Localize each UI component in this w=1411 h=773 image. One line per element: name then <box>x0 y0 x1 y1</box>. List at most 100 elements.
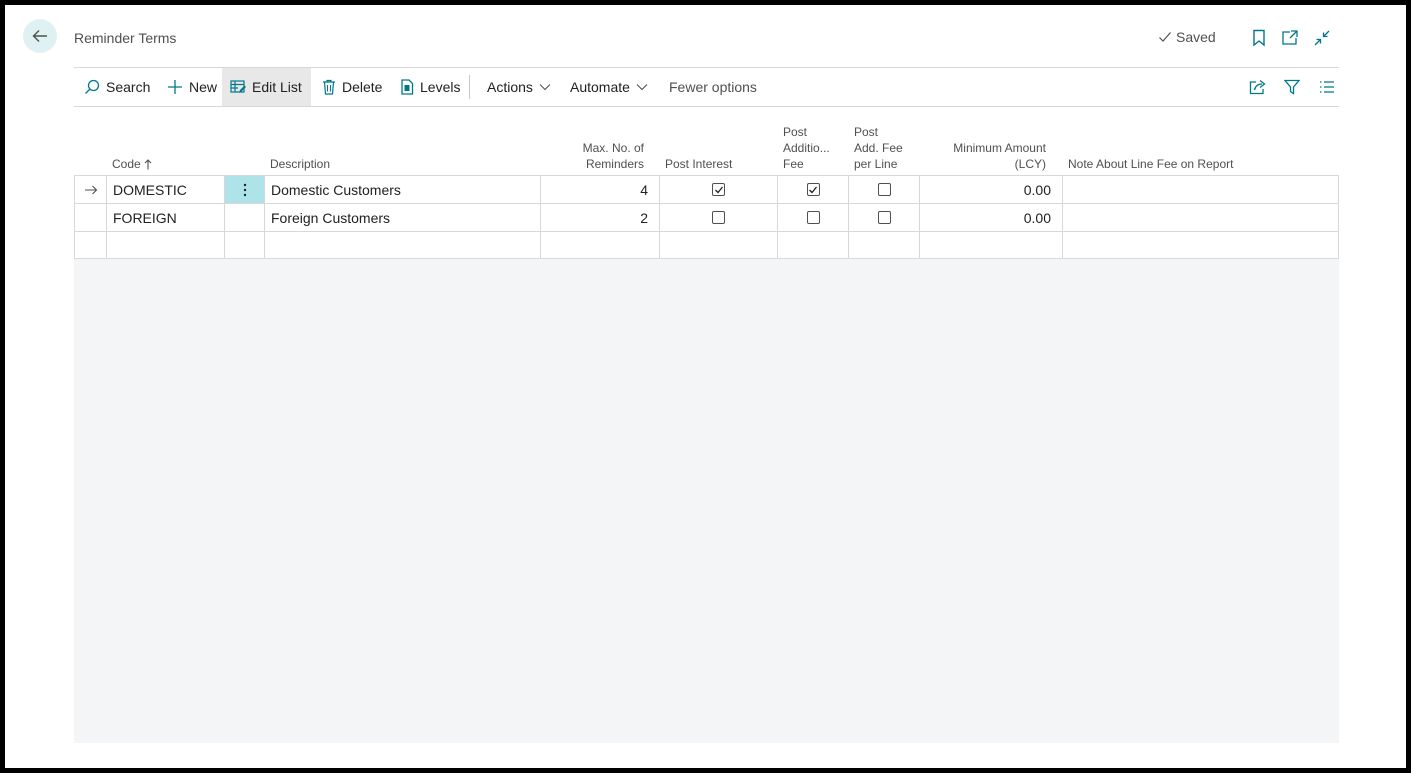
note-cell[interactable] <box>1062 204 1339 231</box>
arrow-right-icon <box>84 185 97 194</box>
post-additional-fee-line2: Additio... <box>783 141 830 155</box>
checkmark-icon <box>1159 32 1171 42</box>
automate-label: Automate <box>570 79 630 95</box>
description-cell[interactable]: Foreign Customers <box>264 204 540 231</box>
description-cell[interactable]: Domestic Customers <box>264 176 540 203</box>
more-vertical-icon <box>243 183 246 196</box>
column-header-post-interest[interactable]: Post Interest <box>665 156 732 172</box>
max-reminders-cell[interactable]: 2 <box>540 204 659 231</box>
toolbar-separator <box>469 75 470 99</box>
code-header-label: Code <box>112 157 141 171</box>
back-button[interactable] <box>23 19 57 53</box>
edit-list-label: Edit List <box>252 79 302 95</box>
grid-header: Code Description Max. No. of Reminders P… <box>74 107 1339 175</box>
minimum-amount-cell[interactable]: 0.00 <box>919 176 1062 203</box>
collapse-icon <box>1314 30 1330 46</box>
delete-button[interactable]: Delete <box>318 68 386 106</box>
row-actions-cell[interactable] <box>224 232 264 259</box>
note-cell[interactable] <box>1062 232 1339 259</box>
search-icon <box>85 79 100 94</box>
code-cell[interactable]: FOREIGN <box>106 204 224 231</box>
post-add-fee-per-line-cell <box>848 176 919 203</box>
column-header-max-reminders[interactable]: Max. No. of Reminders <box>560 140 644 172</box>
column-header-post-additional-fee[interactable]: Post Additio... Fee <box>783 124 830 172</box>
delete-label: Delete <box>342 79 383 95</box>
description-cell[interactable] <box>264 232 540 259</box>
code-cell[interactable] <box>106 232 224 259</box>
list-view-button[interactable] <box>1317 77 1337 97</box>
column-header-description[interactable]: Description <box>270 156 330 172</box>
post-interest-cell[interactable] <box>659 232 777 259</box>
app-window: Reminder Terms Saved Search New Edit Lis… <box>5 5 1406 768</box>
post-additional-fee-line1: Post <box>783 125 808 139</box>
code-cell[interactable]: DOMESTIC <box>106 176 224 203</box>
post-additional-fee-checkbox[interactable] <box>806 211 820 224</box>
row-actions-cell[interactable] <box>224 204 264 231</box>
post-additional-fee-line3: Fee <box>783 157 804 171</box>
action-bar: Search New Edit List Delete Levels Actio… <box>74 67 1339 107</box>
new-label: New <box>189 79 218 95</box>
post-additional-fee-checkbox[interactable] <box>806 183 820 196</box>
fewer-options-button[interactable]: Fewer options <box>665 68 761 106</box>
post-interest-cell <box>659 204 777 231</box>
collapse-button[interactable] <box>1312 28 1332 48</box>
search-button[interactable]: Search <box>80 68 154 106</box>
saved-status: Saved <box>1158 29 1216 45</box>
checkmark-icon <box>809 186 818 193</box>
open-in-new-window-icon <box>1282 30 1298 45</box>
minimum-amount-line2: (LCY) <box>1014 157 1046 171</box>
post-additional-fee-cell <box>777 204 848 231</box>
minimum-amount-line1: Minimum Amount <box>953 141 1046 155</box>
post-add-fee-per-line-checkbox[interactable] <box>877 183 891 196</box>
row-selector[interactable] <box>74 204 106 231</box>
list-icon <box>1320 81 1334 93</box>
column-header-post-add-fee-per-line[interactable]: Post Add. Fee per Line <box>854 124 903 172</box>
share-button[interactable] <box>1248 77 1268 97</box>
post-add-fee-per-line-cell <box>848 204 919 231</box>
max-reminders-cell[interactable]: 4 <box>540 176 659 203</box>
row-actions-button[interactable] <box>224 176 264 203</box>
document-icon <box>401 79 414 95</box>
trash-icon <box>323 79 335 95</box>
actions-menu[interactable]: Actions <box>483 68 555 106</box>
table-row[interactable]: FOREIGN Foreign Customers 2 0.00 <box>74 203 1339 231</box>
open-new-window-button[interactable] <box>1280 28 1300 48</box>
column-header-code[interactable]: Code <box>112 156 152 172</box>
sort-ascending-icon <box>144 158 152 169</box>
share-icon <box>1249 79 1266 95</box>
post-additional-fee-cell[interactable] <box>777 232 848 259</box>
post-interest-checkbox[interactable] <box>712 211 725 224</box>
new-button[interactable]: New <box>163 68 221 106</box>
column-header-minimum-amount[interactable]: Minimum Amount (LCY) <box>930 140 1046 172</box>
arrow-left-icon <box>32 30 47 42</box>
edit-list-button[interactable]: Edit List <box>222 68 311 106</box>
table-row[interactable]: DOMESTIC Domestic Customers 4 0.00 <box>74 175 1339 203</box>
post-interest-checkbox[interactable] <box>712 183 725 196</box>
edit-list-icon <box>230 80 246 93</box>
row-selector[interactable] <box>74 232 106 259</box>
bookmark-button[interactable] <box>1249 28 1269 48</box>
row-selector[interactable] <box>74 176 106 203</box>
list-grid: Code Description Max. No. of Reminders P… <box>74 107 1339 743</box>
post-interest-cell <box>659 176 777 203</box>
grid-rows: DOMESTIC Domestic Customers 4 0.00 FOREI… <box>74 175 1339 259</box>
post-add-fee-per-line-line1: Post <box>854 125 879 139</box>
minimum-amount-cell[interactable]: 0.00 <box>919 204 1062 231</box>
fewer-options-label: Fewer options <box>669 79 757 95</box>
post-add-fee-per-line-cell[interactable] <box>848 232 919 259</box>
post-add-fee-per-line-checkbox[interactable] <box>877 211 891 224</box>
max-reminders-cell[interactable] <box>540 232 659 259</box>
minimum-amount-cell[interactable] <box>919 232 1062 259</box>
column-header-note[interactable]: Note About Line Fee on Report <box>1068 156 1233 172</box>
max-reminders-line1: Max. No. of <box>582 141 644 155</box>
plus-icon <box>168 80 182 94</box>
post-additional-fee-cell <box>777 176 848 203</box>
note-cell[interactable] <box>1062 176 1339 203</box>
empty-new-row[interactable] <box>74 231 1339 259</box>
filter-icon <box>1284 79 1300 95</box>
levels-button[interactable]: Levels <box>396 68 464 106</box>
filter-button[interactable] <box>1282 77 1302 97</box>
chevron-down-icon <box>539 84 551 91</box>
automate-menu[interactable]: Automate <box>566 68 652 106</box>
chevron-down-icon <box>636 84 648 91</box>
